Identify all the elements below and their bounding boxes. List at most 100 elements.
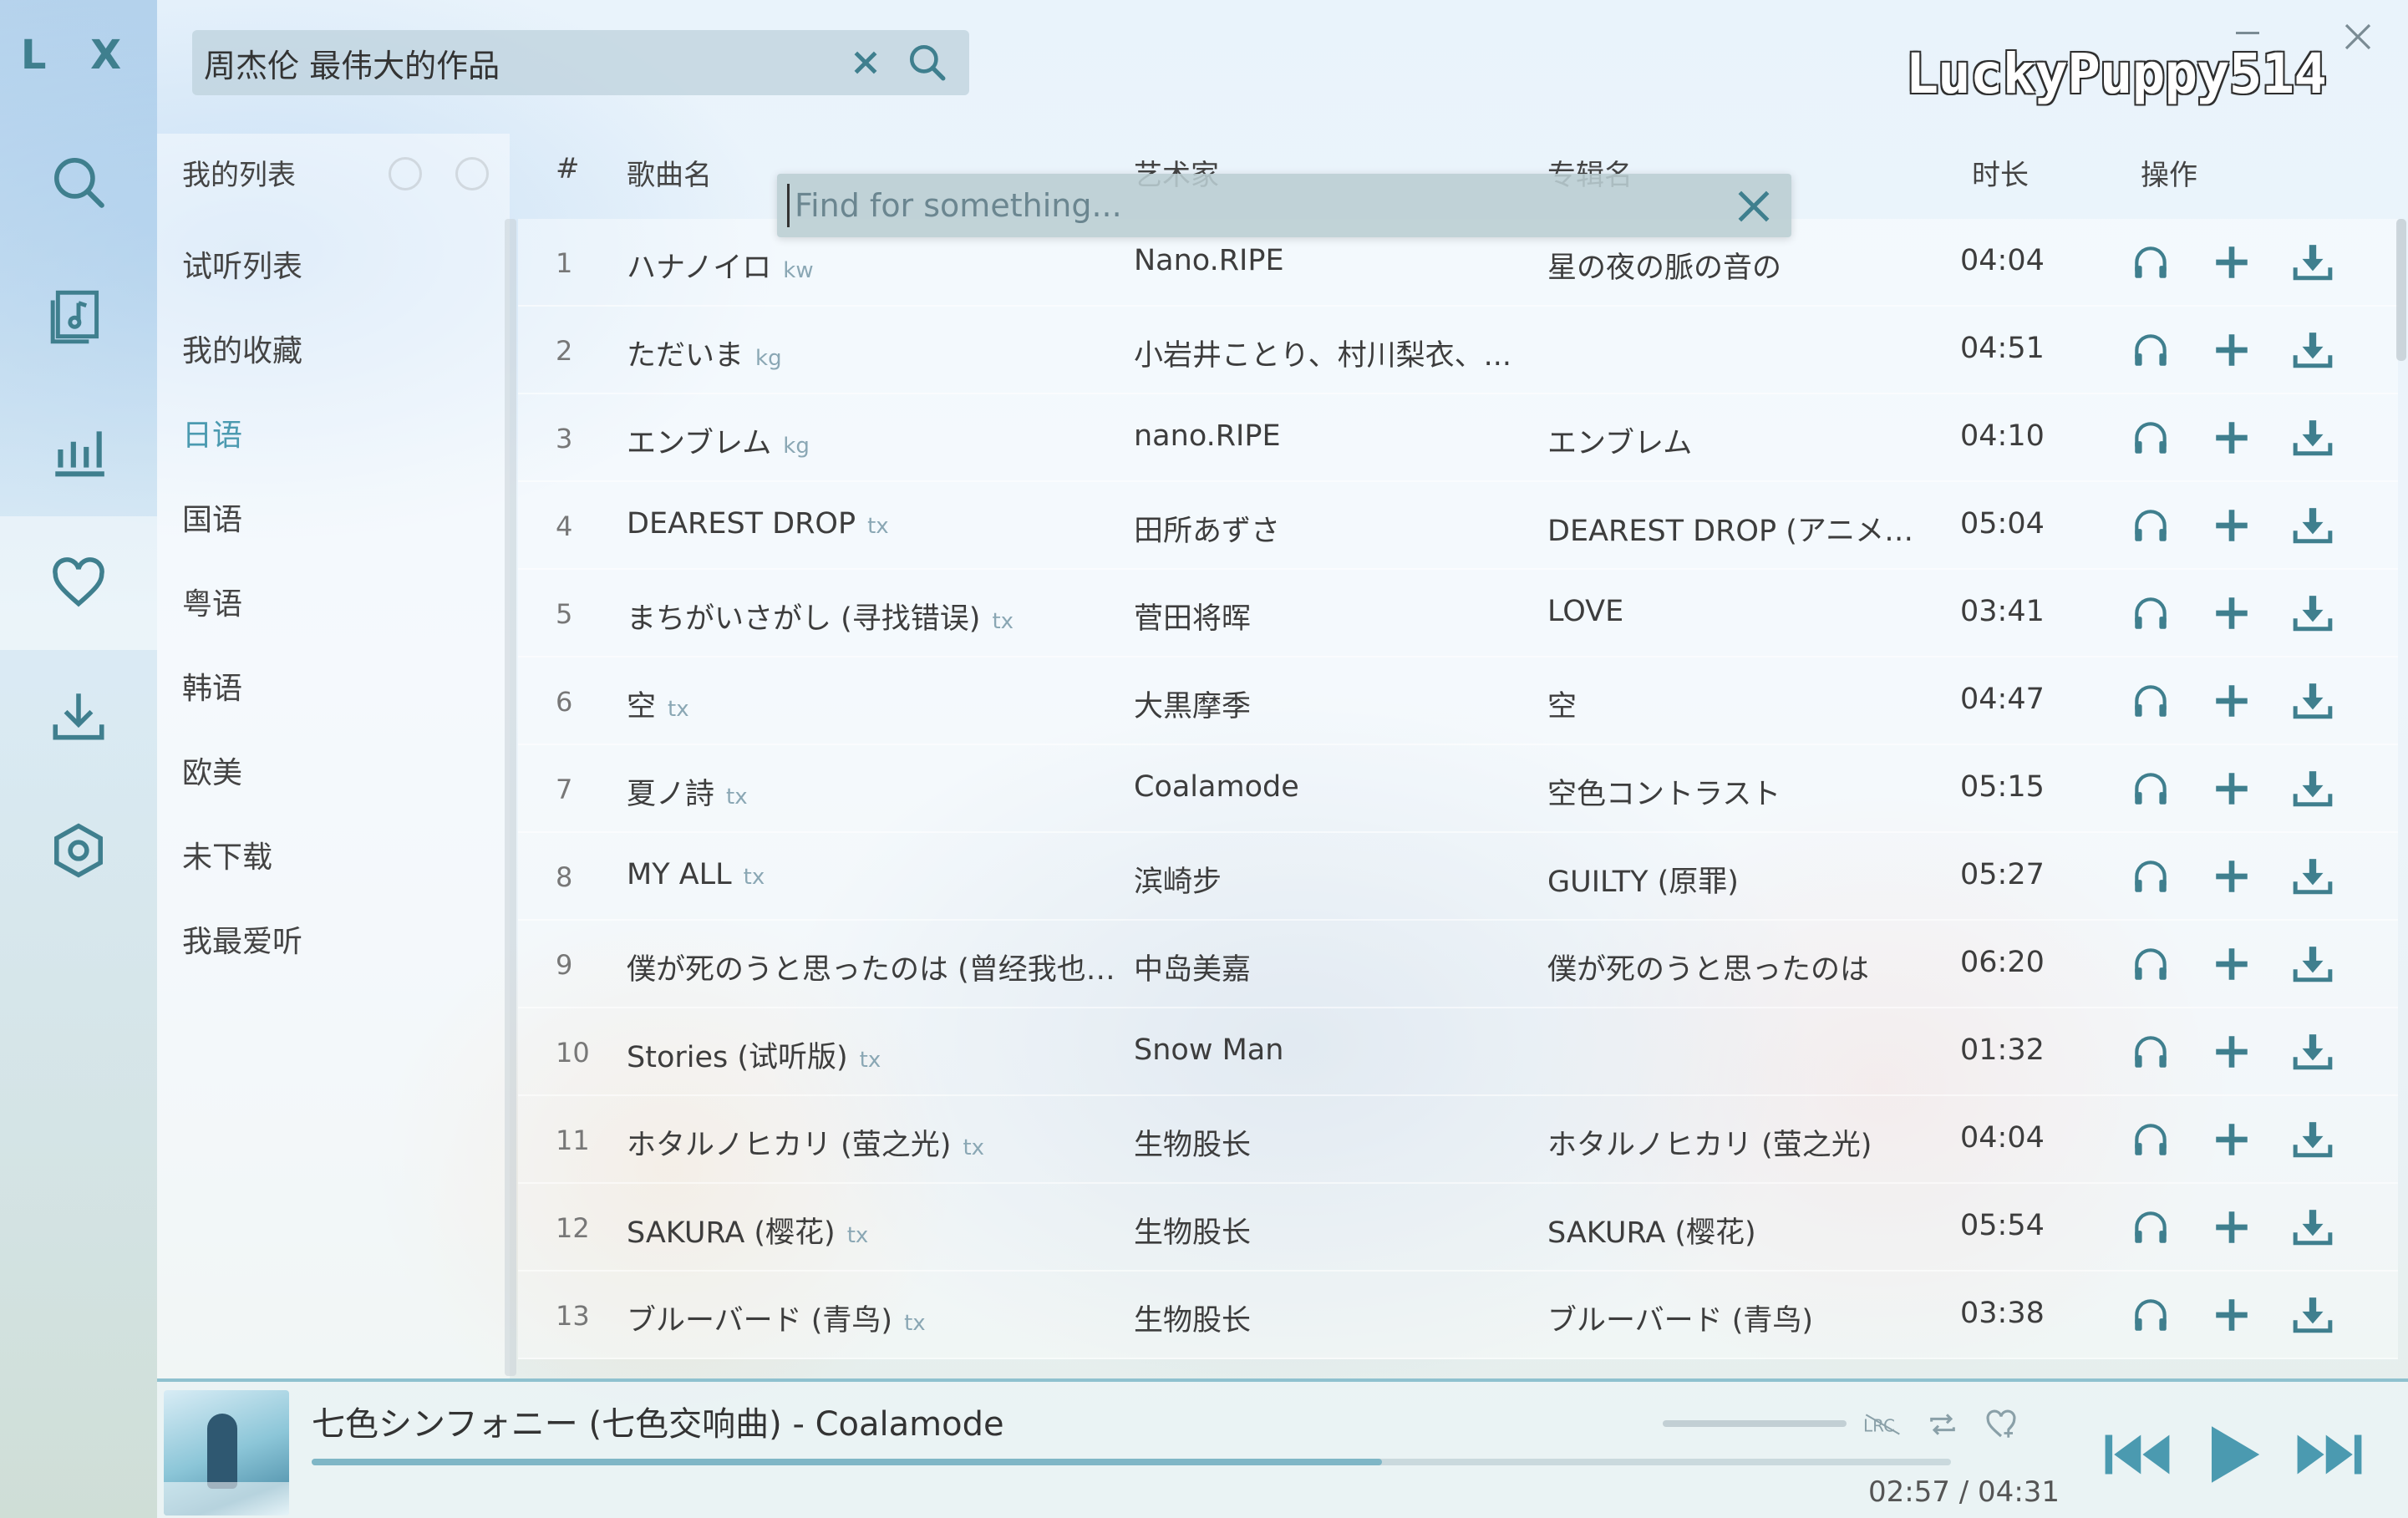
download-song-button[interactable] <box>2288 1204 2338 1251</box>
table-row[interactable]: 11 ホタルノヒカリ (萤之光) tx 生物股长 ホタルノヒカリ (萤之光) 04:04 <box>518 1096 2398 1184</box>
nav-song-list[interactable] <box>0 249 157 383</box>
add-to-list-button[interactable] <box>2207 765 2257 812</box>
find-close-button[interactable] <box>1733 185 1775 227</box>
add-to-list-button[interactable] <box>2207 502 2257 549</box>
download-song-button[interactable] <box>2288 678 2338 724</box>
add-to-list-button[interactable] <box>2207 941 2257 987</box>
playback-progress[interactable] <box>312 1459 1951 1465</box>
download-song-button[interactable] <box>2288 502 2338 549</box>
download-song-button[interactable] <box>2288 1116 2338 1163</box>
download-song-button[interactable] <box>2288 590 2338 637</box>
close-window-button[interactable] <box>2338 17 2378 57</box>
table-row[interactable]: 13 ブルーバード (青鸟) tx 生物股长 ブルーバード (青鸟) 03:38 <box>518 1272 2398 1359</box>
my-list-item[interactable]: 国语 <box>182 495 242 539</box>
song-title: MY ALL <box>627 858 732 891</box>
table-scrollbar[interactable] <box>2396 219 2406 361</box>
play-preview-button[interactable] <box>2126 590 2176 637</box>
add-to-list-button[interactable] <box>2207 414 2257 461</box>
nav-my-list[interactable] <box>0 516 157 650</box>
table-row[interactable]: 6 空 tx 大黒摩季 空 04:47 <box>518 657 2398 745</box>
song-name: ただいま kg <box>627 332 1120 374</box>
row-number: 2 <box>556 335 573 367</box>
nav-leaderboard[interactable] <box>0 383 157 516</box>
table-row[interactable]: 10 Stories (试听版) tx Snow Man 01:32 <box>518 1008 2398 1096</box>
download-song-button[interactable] <box>2288 1292 2338 1338</box>
download-song-button[interactable] <box>2288 1028 2338 1075</box>
sync-list-icon[interactable] <box>455 157 489 190</box>
row-number: 11 <box>556 1125 590 1156</box>
my-list-item[interactable]: 未下载 <box>182 833 272 876</box>
download-song-button[interactable] <box>2288 239 2338 286</box>
my-list-item[interactable]: 欧美 <box>182 749 242 792</box>
table-row[interactable]: 7 夏ノ詩 tx Coalamode 空色コントラスト 05:15 <box>518 745 2398 833</box>
source-badge: tx <box>846 1223 869 1248</box>
find-input[interactable] <box>787 184 1706 227</box>
my-list-item[interactable]: 我最爱听 <box>182 917 302 961</box>
play-preview-button[interactable] <box>2126 502 2176 549</box>
repeat-mode-button[interactable] <box>1922 1404 1963 1445</box>
play-preview-button[interactable] <box>2126 414 2176 461</box>
add-icon <box>2216 685 2248 717</box>
table-row[interactable]: 4 DEAREST DROP tx 田所あずさ DEAREST DROP (アニメジ..… <box>518 482 2398 570</box>
play-preview-button[interactable] <box>2126 678 2176 724</box>
my-list-item[interactable]: 试听列表 <box>182 242 302 286</box>
my-list-item[interactable]: 日语 <box>182 411 242 454</box>
download-song-button[interactable] <box>2288 327 2338 373</box>
header-num: # <box>556 152 580 185</box>
clear-search-button[interactable] <box>841 38 891 88</box>
play-preview-button[interactable] <box>2126 239 2176 286</box>
download-song-button[interactable] <box>2288 941 2338 987</box>
play-preview-button[interactable] <box>2126 765 2176 812</box>
play-preview-button[interactable] <box>2126 327 2176 373</box>
nav-search[interactable] <box>0 115 157 249</box>
add-to-list-button[interactable] <box>2207 1204 2257 1251</box>
download-song-button[interactable] <box>2288 765 2338 812</box>
add-to-list-button[interactable] <box>2207 853 2257 900</box>
brand-watermark: LuckyPuppy514 <box>1905 42 2327 106</box>
download-song-button[interactable] <box>2288 414 2338 461</box>
table-row[interactable]: 5 まちがいさがし (寻找错误) tx 菅田将晖 LOVE 03:41 <box>518 570 2398 657</box>
lyrics-toggle-button[interactable]: LRC <box>1863 1404 1905 1445</box>
search-input[interactable] <box>204 44 829 81</box>
nav-download[interactable] <box>0 650 157 784</box>
list-panel-scrollbar[interactable] <box>505 219 516 1376</box>
minimize-button[interactable] <box>2233 23 2266 40</box>
add-list-icon[interactable] <box>389 157 422 190</box>
song-name: 夏ノ詩 tx <box>627 770 1120 813</box>
play-preview-button[interactable] <box>2126 1204 2176 1251</box>
play-preview-button[interactable] <box>2126 1292 2176 1338</box>
next-button[interactable] <box>2292 1417 2367 1492</box>
my-list-item[interactable]: 粤语 <box>182 580 242 623</box>
close-icon <box>1738 190 1770 222</box>
nav-settings[interactable] <box>0 784 157 917</box>
my-list-item[interactable]: 韩语 <box>182 664 242 708</box>
play-preview-button[interactable] <box>2126 1028 2176 1075</box>
search-submit-button[interactable] <box>902 38 953 88</box>
table-row[interactable]: 12 SAKURA (樱花) tx 生物股长 SAKURA (樱花) 05:54 <box>518 1184 2398 1272</box>
play-button[interactable] <box>2196 1417 2271 1492</box>
previous-button[interactable] <box>2100 1417 2175 1492</box>
table-row[interactable]: 8 MY ALL tx 滨崎步 GUILTY (原罪) 05:27 <box>518 833 2398 921</box>
add-icon <box>2216 1211 2248 1243</box>
play-preview-button[interactable] <box>2126 941 2176 987</box>
my-list-item[interactable]: 我的收藏 <box>182 327 302 370</box>
album-cover[interactable] <box>164 1390 289 1515</box>
table-row[interactable]: 3 エンブレム kg nano.RIPE エンブレム 04:10 <box>518 394 2398 482</box>
favorite-button[interactable] <box>1980 1404 2022 1445</box>
song-duration: 04:04 <box>1960 244 2045 277</box>
add-to-list-button[interactable] <box>2207 590 2257 637</box>
add-to-list-button[interactable] <box>2207 1292 2257 1338</box>
add-to-list-button[interactable] <box>2207 1116 2257 1163</box>
table-row[interactable]: 9 僕が死のうと思ったのは (曾经我也... 中岛美嘉 僕が死のうと思ったのは 06:2… <box>518 921 2398 1008</box>
download-song-button[interactable] <box>2288 853 2338 900</box>
play-preview-button[interactable] <box>2126 853 2176 900</box>
play-preview-button[interactable] <box>2126 1116 2176 1163</box>
add-to-list-button[interactable] <box>2207 1028 2257 1075</box>
add-to-list-button[interactable] <box>2207 239 2257 286</box>
volume-slider[interactable] <box>1663 1420 1847 1427</box>
song-name: SAKURA (樱花) tx <box>627 1209 1120 1251</box>
table-row[interactable]: 2 ただいま kg 小岩井ことり、村川梨衣、... 04:51 <box>518 307 2398 394</box>
song-title: 僕が死のうと思ったのは (曾经我也... <box>627 953 1115 987</box>
add-to-list-button[interactable] <box>2207 327 2257 373</box>
add-to-list-button[interactable] <box>2207 678 2257 724</box>
